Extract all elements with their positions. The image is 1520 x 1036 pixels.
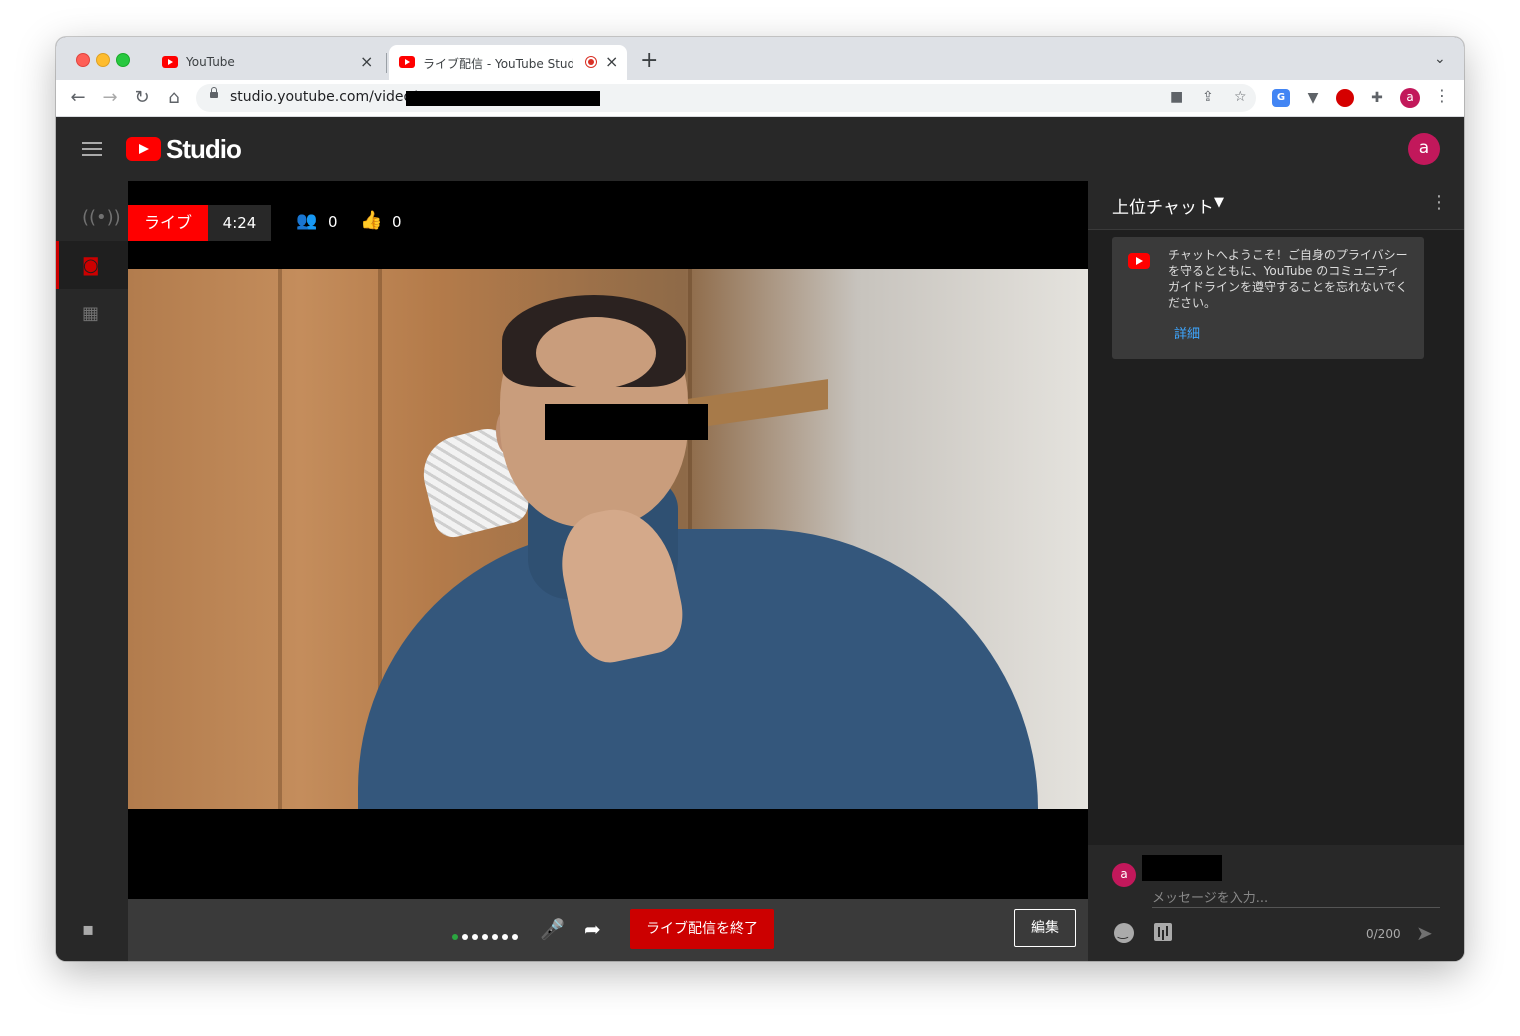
person-forehead [536,317,656,389]
address-bar[interactable]: studio.youtube.com/video/ ■ ⇪ ☆ [196,84,1256,112]
level-dot [502,934,508,940]
security-extension-icon[interactable] [1336,89,1354,107]
camera-icon[interactable]: ■ [1170,89,1183,105]
studio-logo-text[interactable]: Studio [166,134,242,165]
redacted-username [1142,855,1222,881]
webcam-preview [128,269,1088,809]
thumbs-up-icon: 👍 [360,210,383,231]
browser-window: YouTube × ライブ配信 - YouTube Studio × + ⌄ ←… [56,37,1464,961]
viewers-icon: 👥 [296,211,318,231]
star-icon[interactable]: ☆ [1234,89,1247,105]
account-avatar[interactable]: a [1408,133,1440,165]
tab-youtube[interactable]: YouTube × [152,45,384,80]
extensions-icon[interactable]: ✚ [1368,89,1386,107]
youtube-logo-icon[interactable] [126,137,161,161]
message-input[interactable]: メッセージを入力... [1152,887,1268,906]
chat-header: 上位チャット ▼ ⋮ [1088,181,1464,230]
tab-close-icon[interactable]: × [605,52,618,72]
reload-icon[interactable]: ↻ [130,86,154,110]
mic-level-meter [452,925,522,944]
minimize-window-button[interactable] [96,53,110,67]
zoom-window-button[interactable] [116,53,130,67]
url-text: studio.youtube.com/video/ [230,89,417,105]
new-tab-button[interactable]: + [640,50,658,72]
recording-indicator-icon [585,56,597,68]
rail-item-webcam[interactable]: ◙ [56,241,128,289]
chat-composer: a メッセージを入力... 0/200 ➤ [1088,845,1464,961]
stage-letterbox [128,809,1088,899]
mic-icon[interactable]: 🎤 [540,917,565,941]
chevron-down-icon[interactable]: ▼ [1214,195,1224,210]
chat-welcome-card: チャットへようこそ！ご自身のプライバシーを守るとともに、YouTube のコミュ… [1112,237,1424,359]
rail-item-stream[interactable]: ((•)) [56,193,128,241]
level-dot [472,934,478,940]
live-icon: ((•)) [82,207,121,228]
tab-live-studio[interactable]: ライブ配信 - YouTube Studio × [389,45,627,80]
lock-icon[interactable] [210,87,218,98]
person-sweater [358,529,1038,809]
youtube-icon [1128,253,1150,269]
tab-strip: YouTube × ライブ配信 - YouTube Studio × + ⌄ [56,37,1464,80]
level-dot [452,934,458,940]
home-icon[interactable]: ⌂ [162,86,186,110]
rail-item-manage[interactable]: ▦ [56,289,128,337]
vector-extension-icon[interactable]: ▼ [1304,89,1322,107]
stream-stage: ライブ 4:24 👥 0 👍 0 [128,181,1088,899]
learn-more-link[interactable]: 詳細 [1174,323,1200,342]
char-counter: 0/200 [1366,927,1401,941]
tab-title: YouTube [186,55,235,69]
redacted-video-id [406,91,600,106]
tab-search-icon[interactable]: ⌄ [1434,51,1446,67]
youtube-favicon-icon [162,56,178,68]
browser-menu-icon[interactable]: ⋮ [1434,86,1450,105]
chat-panel: 上位チャット ▼ ⋮ チャットへようこそ！ご自身のプライバシーを守るとともに、Y… [1088,181,1464,961]
calendar-icon: ▦ [82,303,100,324]
stream-controls: 🎤 ➦ ライブ配信を終了 編集 [128,899,1088,961]
tab-separator [386,53,387,73]
browser-toolbar: ← → ↻ ⌂ studio.youtube.com/video/ ■ ⇪ ☆ … [56,80,1464,117]
forward-icon[interactable]: → [98,86,122,110]
poll-icon[interactable] [1154,923,1172,941]
left-rail: ((•)) ◙ ▦ ▪ [56,181,128,961]
webcam-icon: ◙ [82,255,100,276]
welcome-message: チャットへようこそ！ご自身のプライバシーを守るとともに、YouTube のコミュ… [1168,248,1408,310]
redacted-eyes [545,404,708,440]
level-dot [482,934,488,940]
shelf-board [688,379,828,429]
send-icon[interactable]: ➤ [1416,921,1433,945]
translate-extension-icon[interactable]: G [1272,89,1290,107]
feedback-icon: ▪ [82,919,95,940]
edit-button[interactable]: 編集 [1014,909,1076,947]
chat-mode-dropdown[interactable]: 上位チャット [1112,193,1214,218]
menu-icon[interactable] [82,142,102,156]
level-dot [462,934,468,940]
input-underline [1152,907,1440,908]
studio-header: Studio [56,117,1464,181]
share-icon[interactable]: ⇪ [1202,89,1214,105]
close-window-button[interactable] [76,53,90,67]
live-badge: ライブ [128,205,208,241]
tab-title: ライブ配信 - YouTube Studio [423,57,573,71]
browser-profile-avatar[interactable]: a [1400,88,1420,108]
share-arrow-icon[interactable]: ➦ [584,917,601,941]
level-dot [492,934,498,940]
back-icon[interactable]: ← [66,86,90,110]
viewer-count: 0 [328,213,338,231]
level-dot [512,934,518,940]
door-edge [278,269,282,809]
tab-close-icon[interactable]: × [360,52,373,72]
avatar: a [1112,863,1136,887]
emoji-icon[interactable] [1114,923,1134,943]
youtube-favicon-icon [399,56,415,68]
end-stream-button[interactable]: ライブ配信を終了 [630,909,774,949]
rail-item-feedback[interactable]: ▪ [56,905,128,953]
elapsed-time: 4:24 [208,205,271,241]
like-count: 0 [392,213,402,231]
chat-menu-icon[interactable]: ⋮ [1430,192,1448,213]
